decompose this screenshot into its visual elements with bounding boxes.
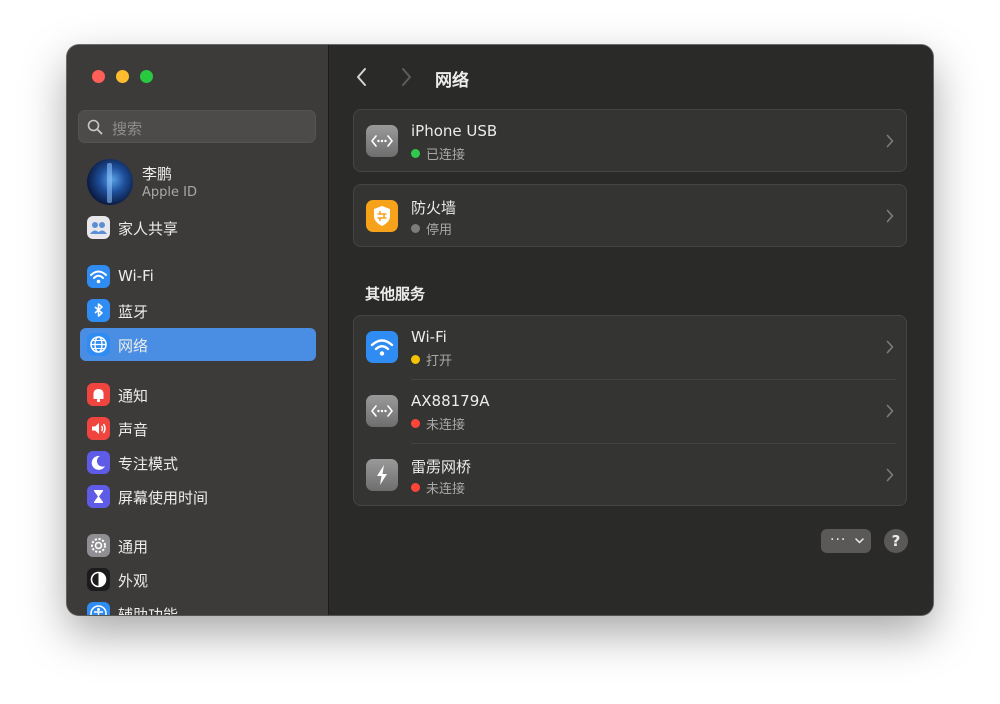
search-icon xyxy=(87,119,103,135)
status-dot xyxy=(411,483,420,492)
appearance-icon xyxy=(87,568,110,591)
status-dot xyxy=(411,149,420,158)
chevron-right-icon xyxy=(886,209,894,223)
service-row-iphone-usb[interactable]: iPhone USB 已连接 xyxy=(354,110,906,173)
system-settings-window: 搜索 李鹏 Apple ID 家人共享 Wi-Fi 蓝牙 网络 通知 声音 专注… xyxy=(67,45,933,615)
sidebar-item-label: 通用 xyxy=(118,538,149,556)
sidebar-item-label: 专注模式 xyxy=(118,455,179,473)
bluetooth-icon xyxy=(87,299,110,322)
page-title: 网络 xyxy=(435,71,469,91)
search-field[interactable]: 搜索 xyxy=(78,110,316,143)
status-dot xyxy=(411,355,420,364)
wifi-icon xyxy=(87,265,110,288)
sidebar-item-label: 外观 xyxy=(118,572,149,590)
chevron-right-icon xyxy=(886,134,894,148)
other-services-header: 其他服务 xyxy=(365,285,426,303)
ethernet-icon xyxy=(366,125,398,157)
more-actions-button[interactable]: ··· xyxy=(821,529,871,553)
sidebar-item-family-sharing[interactable]: 家人共享 xyxy=(80,211,316,244)
service-status: 未连接 xyxy=(411,478,465,497)
service-row-wifi[interactable]: Wi-Fi 打开 xyxy=(354,316,906,379)
service-title: 雷雳网桥 xyxy=(411,458,472,476)
sidebar: 搜索 李鹏 Apple ID 家人共享 Wi-Fi 蓝牙 网络 通知 声音 专注… xyxy=(67,45,329,615)
service-title: iPhone USB xyxy=(411,122,498,140)
chevron-right-icon xyxy=(886,340,894,354)
avatar xyxy=(87,159,133,205)
sidebar-item-label: 屏幕使用时间 xyxy=(118,489,209,507)
apple-id-profile[interactable]: 李鹏 Apple ID xyxy=(87,158,317,206)
chevron-right-icon xyxy=(886,468,894,482)
sidebar-item-network[interactable]: 网络 xyxy=(80,328,316,361)
sidebar-item-notifications[interactable]: 通知 xyxy=(80,378,316,411)
service-status: 打开 xyxy=(411,350,452,369)
other-services-card: Wi-Fi 打开 AX88179A 未连接 雷雳网桥 未连接 xyxy=(353,315,907,506)
status-dot xyxy=(411,224,420,233)
sidebar-item-sound[interactable]: 声音 xyxy=(80,412,316,445)
service-card: 防火墙 停用 xyxy=(353,184,907,247)
sidebar-item-label: 网络 xyxy=(118,337,149,355)
service-title: Wi-Fi xyxy=(411,328,447,346)
service-title: AX88179A xyxy=(411,392,490,410)
sidebar-item-focus[interactable]: 专注模式 xyxy=(80,446,316,479)
globe-icon xyxy=(87,333,110,356)
service-status: 停用 xyxy=(411,219,452,238)
thunderbolt-icon xyxy=(366,459,398,491)
sidebar-item-screen-time[interactable]: 屏幕使用时间 xyxy=(80,480,316,513)
wifi-icon xyxy=(366,331,398,363)
service-status: 已连接 xyxy=(411,144,465,163)
sidebar-item-wifi[interactable]: Wi-Fi xyxy=(80,260,316,293)
ethernet-icon xyxy=(366,395,398,427)
accessibility-icon xyxy=(87,602,110,615)
sidebar-item-accessibility[interactable]: 辅助功能 xyxy=(80,597,316,615)
sidebar-item-label: Wi-Fi xyxy=(118,267,154,285)
close-window-button[interactable] xyxy=(92,70,105,83)
status-dot xyxy=(411,419,420,428)
speaker-icon xyxy=(87,417,110,440)
firewall-icon xyxy=(366,200,398,232)
chevron-down-icon xyxy=(855,538,864,544)
sidebar-item-label: 声音 xyxy=(118,421,149,439)
bell-icon xyxy=(87,383,110,406)
chevron-right-icon xyxy=(886,404,894,418)
service-row-ax88179a[interactable]: AX88179A 未连接 xyxy=(354,380,906,443)
sidebar-item-label: 蓝牙 xyxy=(118,303,149,321)
hourglass-icon xyxy=(87,485,110,508)
zoom-window-button[interactable] xyxy=(140,70,153,83)
help-button[interactable]: ? xyxy=(884,529,908,553)
main-pane: 网络 iPhone USB 已连接 防火墙 停用 其他服务 Wi-Fi 打开 A… xyxy=(329,45,933,615)
profile-subtitle: Apple ID xyxy=(142,185,197,200)
more-actions-label: ··· xyxy=(830,532,847,548)
family-sharing-icon xyxy=(87,216,110,239)
minimize-window-button[interactable] xyxy=(116,70,129,83)
sidebar-item-label: 家人共享 xyxy=(118,220,179,238)
gear-icon xyxy=(87,534,110,557)
service-title: 防火墙 xyxy=(411,199,457,217)
service-card: iPhone USB 已连接 xyxy=(353,109,907,172)
service-status: 未连接 xyxy=(411,414,465,433)
sidebar-item-appearance[interactable]: 外观 xyxy=(80,563,316,596)
service-row-firewall[interactable]: 防火墙 停用 xyxy=(354,185,906,248)
sidebar-item-bluetooth[interactable]: 蓝牙 xyxy=(80,294,316,327)
sidebar-item-label: 辅助功能 xyxy=(118,606,179,615)
search-placeholder: 搜索 xyxy=(112,120,143,138)
sidebar-item-general[interactable]: 通用 xyxy=(80,529,316,562)
forward-button[interactable] xyxy=(399,67,413,87)
sidebar-item-label: 通知 xyxy=(118,387,149,405)
moon-icon xyxy=(87,451,110,474)
service-row-thunderbolt-bridge[interactable]: 雷雳网桥 未连接 xyxy=(354,444,906,507)
profile-name: 李鹏 xyxy=(142,165,173,183)
back-button[interactable] xyxy=(355,67,369,87)
